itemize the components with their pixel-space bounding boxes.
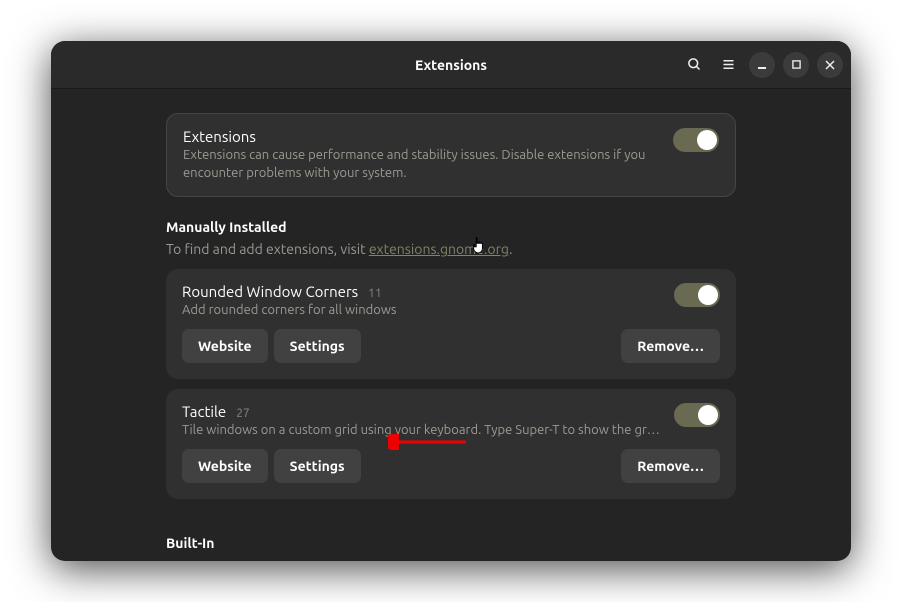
global-title: Extensions: [183, 128, 659, 145]
manual-section-sub: To find and add extensions, visit extens…: [166, 241, 736, 257]
close-button[interactable]: [817, 52, 843, 78]
maximize-button[interactable]: [783, 52, 809, 78]
website-button[interactable]: Website: [182, 329, 268, 363]
builtin-section-heading: Built-In: [166, 535, 736, 551]
extension-name: Rounded Window Corners: [182, 283, 358, 300]
extension-version: 11: [368, 287, 382, 300]
manual-section-heading: Manually Installed: [166, 219, 736, 235]
extension-desc: Add rounded corners for all windows: [182, 303, 660, 317]
remove-button[interactable]: Remove…: [621, 329, 720, 363]
settings-button[interactable]: Settings: [274, 329, 361, 363]
global-extensions-card: Extensions Extensions can cause performa…: [166, 113, 736, 197]
extension-name: Tactile: [182, 403, 226, 420]
global-extensions-toggle[interactable]: [673, 128, 719, 152]
website-button[interactable]: Website: [182, 449, 268, 483]
content-area[interactable]: Extensions Extensions can cause performa…: [51, 89, 851, 561]
menu-icon[interactable]: [715, 52, 741, 78]
extension-version: 27: [236, 407, 250, 420]
search-icon[interactable]: [681, 52, 707, 78]
settings-button[interactable]: Settings: [274, 449, 361, 483]
global-desc: Extensions can cause performance and sta…: [183, 147, 659, 182]
remove-button[interactable]: Remove…: [621, 449, 720, 483]
extension-toggle[interactable]: [674, 283, 720, 307]
extension-toggle[interactable]: [674, 403, 720, 427]
minimize-button[interactable]: [749, 52, 775, 78]
extension-card-rounded-window-corners: Rounded Window Corners 11 Add rounded cor…: [166, 269, 736, 379]
window-title: Extensions: [415, 57, 487, 73]
extensions-site-link[interactable]: extensions.gnome.org: [369, 241, 509, 257]
titlebar-controls: [681, 52, 843, 78]
titlebar: Extensions: [51, 41, 851, 89]
extension-desc: Tile windows on a custom grid using your…: [182, 423, 660, 437]
extension-card-tactile: Tactile 27 Tile windows on a custom grid …: [166, 389, 736, 499]
extensions-window: Extensions Extensions: [51, 41, 851, 561]
